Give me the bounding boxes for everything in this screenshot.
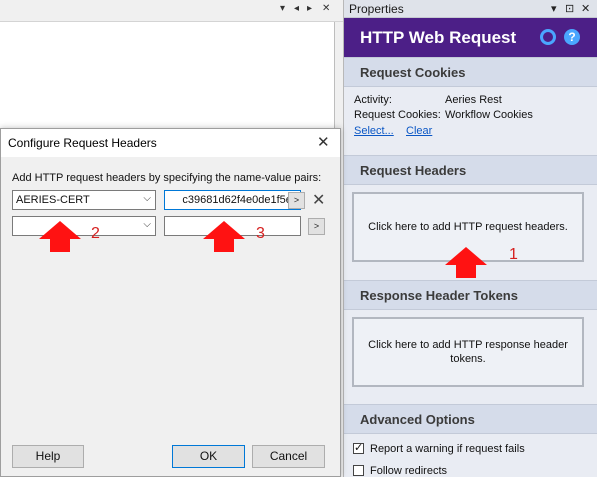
header-name-value: AERIES-CERT <box>16 194 90 206</box>
header-value-text: c39681d62f4e0de1f5e1 <box>182 194 298 206</box>
arrow-up-icon <box>203 221 245 239</box>
section-title: Advanced Options <box>360 412 475 427</box>
activity-header: HTTP Web Request ? <box>344 18 597 58</box>
select-link[interactable]: Select... <box>354 125 394 137</box>
activity-label: Activity: <box>354 94 392 106</box>
cancel-button[interactable]: Cancel <box>252 445 325 468</box>
configure-request-headers-dialog: Configure Request Headers ✕ Add HTTP req… <box>0 128 341 477</box>
section-response-header-tokens[interactable]: Response Header Tokens <box>344 280 597 310</box>
annotation-number: 1 <box>509 246 518 263</box>
close-icon[interactable]: ✕ <box>317 133 330 151</box>
help-button[interactable]: Help <box>12 445 84 468</box>
annotation-number: 3 <box>256 225 265 242</box>
add-response-tokens-zone[interactable]: Click here to add HTTP response header t… <box>352 317 584 387</box>
close-icon[interactable]: ✕ <box>322 3 330 14</box>
section-title: Request Headers <box>360 163 467 178</box>
scroll-left-icon[interactable]: ◂ <box>294 3 299 14</box>
activity-title: HTTP Web Request <box>360 28 517 47</box>
arrow-up-icon <box>445 247 487 265</box>
arrow-stem <box>50 239 70 252</box>
arrow-stem <box>456 265 476 278</box>
chevron-down-icon[interactable]: ⌵ <box>143 193 151 204</box>
header-name-combo[interactable]: ⌵ <box>12 216 156 236</box>
scroll-right-icon[interactable]: ▸ <box>307 3 312 14</box>
properties-panel: Properties ▾ ⊡ ✕ HTTP Web Request ? Requ… <box>343 0 597 477</box>
section-advanced-options[interactable]: Advanced Options <box>344 404 597 434</box>
document-tab-bar: ▾ ◂ ▸ ✕ <box>0 0 343 22</box>
insert-token-button[interactable]: > <box>288 192 305 209</box>
auto-hide-icon[interactable]: ⊡ <box>565 2 574 15</box>
section-title: Request Cookies <box>360 65 466 80</box>
arrow-up-icon <box>39 221 81 239</box>
report-warning-checkbox[interactable] <box>353 441 364 454</box>
report-warning-option[interactable]: Report a warning if request fails <box>353 441 525 455</box>
insert-token-button[interactable]: > <box>308 218 325 235</box>
dropdown-icon[interactable]: ▾ <box>280 3 285 14</box>
activity-value: Aeries Rest <box>445 94 502 106</box>
pin-dropdown-icon[interactable]: ▾ <box>551 2 557 15</box>
request-cookies-value: Workflow Cookies <box>445 109 533 121</box>
annotation-number: 2 <box>91 225 100 242</box>
dialog-title: Configure Request Headers <box>8 136 157 150</box>
follow-redirects-checkbox[interactable] <box>353 465 364 476</box>
section-request-cookies[interactable]: Request Cookies <box>344 57 597 87</box>
properties-titlebar: Properties ▾ ⊡ ✕ <box>344 0 597 18</box>
instruction-text: Add HTTP request headers by specifying t… <box>12 172 322 184</box>
clear-link[interactable]: Clear <box>406 125 432 137</box>
remove-row-icon[interactable]: ✕ <box>312 190 325 210</box>
request-cookies-label: Request Cookies: <box>354 109 441 121</box>
follow-redirects-label: Follow redirects <box>370 465 448 477</box>
gear-icon[interactable] <box>540 29 556 45</box>
follow-redirects-option[interactable]: Follow redirects <box>353 465 447 477</box>
ok-button[interactable]: OK <box>172 445 245 468</box>
arrow-stem <box>214 239 234 252</box>
header-name-combo[interactable]: AERIES-CERT ⌵ <box>12 190 156 210</box>
dialog-body: Add HTTP request headers by specifying t… <box>1 157 340 476</box>
section-title: Response Header Tokens <box>360 288 518 303</box>
chevron-down-icon[interactable]: ⌵ <box>143 219 151 230</box>
properties-title: Properties <box>349 2 404 16</box>
section-request-headers[interactable]: Request Headers <box>344 155 597 185</box>
header-value-input[interactable]: c39681d62f4e0de1f5e1 <box>164 190 301 210</box>
report-warning-label: Report a warning if request fails <box>370 443 525 455</box>
close-icon[interactable]: ✕ <box>581 2 590 15</box>
help-icon[interactable]: ? <box>564 29 580 45</box>
